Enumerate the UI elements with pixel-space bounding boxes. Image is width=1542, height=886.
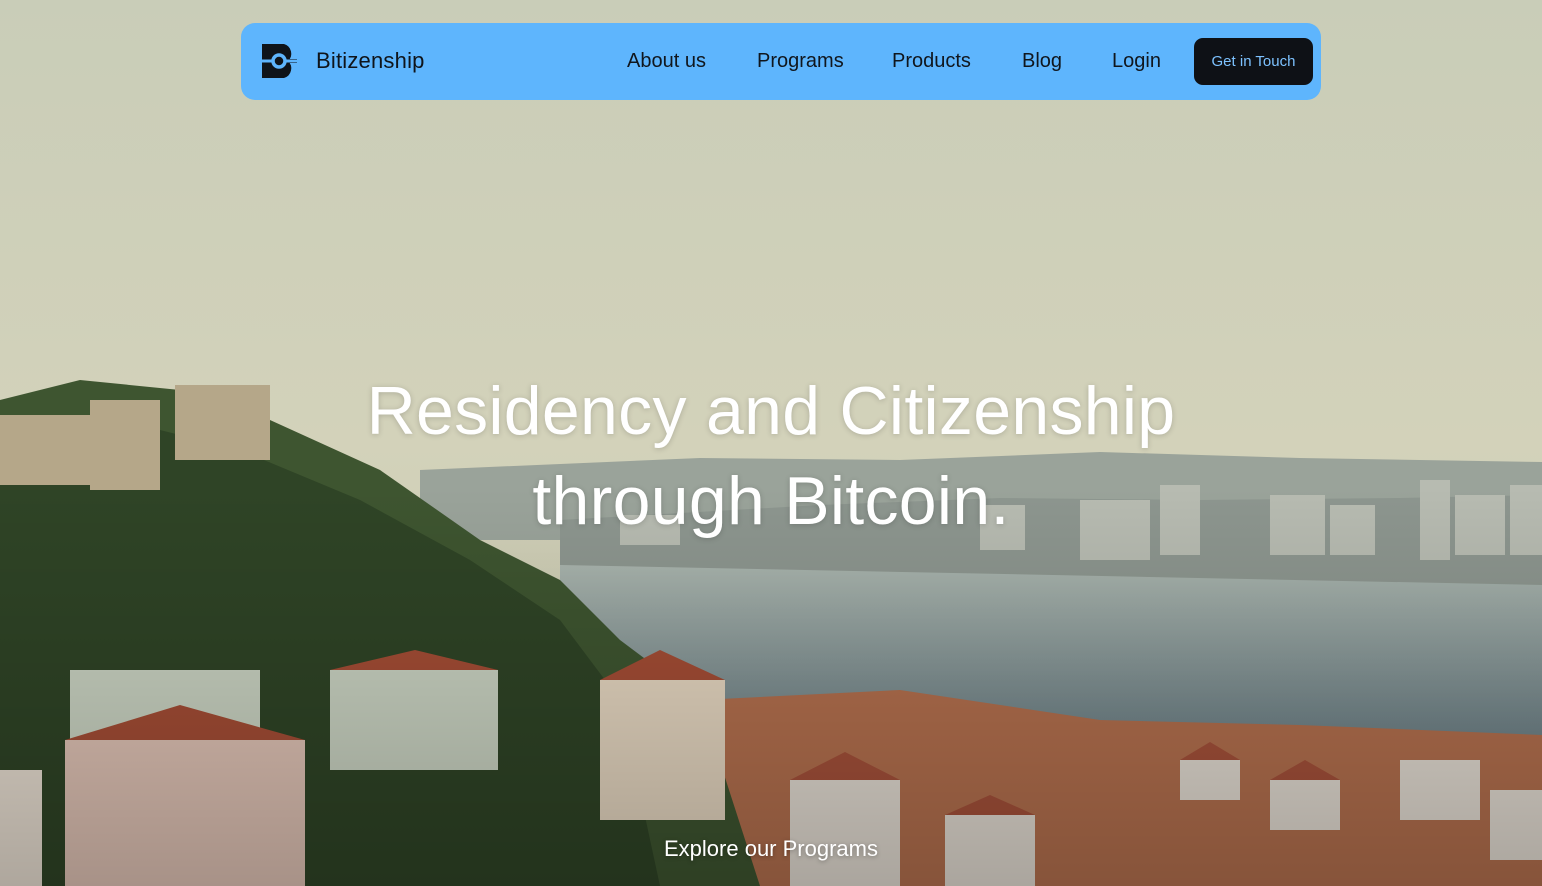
nav-link-about-us[interactable]: About us (627, 49, 706, 73)
get-in-touch-button[interactable]: Get in Touch (1194, 38, 1313, 85)
hero-headline-line-1: Residency and Citizenship (366, 373, 1176, 449)
nav-link-blog[interactable]: Blog (1022, 49, 1062, 73)
explore-programs-link[interactable]: Explore our Programs (0, 835, 1542, 863)
navbar: Bitizenship About us Programs Products B… (241, 23, 1321, 100)
nav-link-products[interactable]: Products (892, 49, 971, 73)
brand-name: Bitizenship (316, 48, 425, 73)
brand-logo-link[interactable]: Bitizenship (262, 44, 425, 78)
hero-headline-line-2: through Bitcoin. (532, 463, 1010, 539)
nav-link-programs[interactable]: Programs (757, 49, 844, 73)
hero-headline: Residency and Citizenship through Bitcoi… (0, 366, 1542, 546)
nav-link-login[interactable]: Login (1112, 49, 1161, 73)
bitizenship-logo-icon (262, 44, 297, 78)
